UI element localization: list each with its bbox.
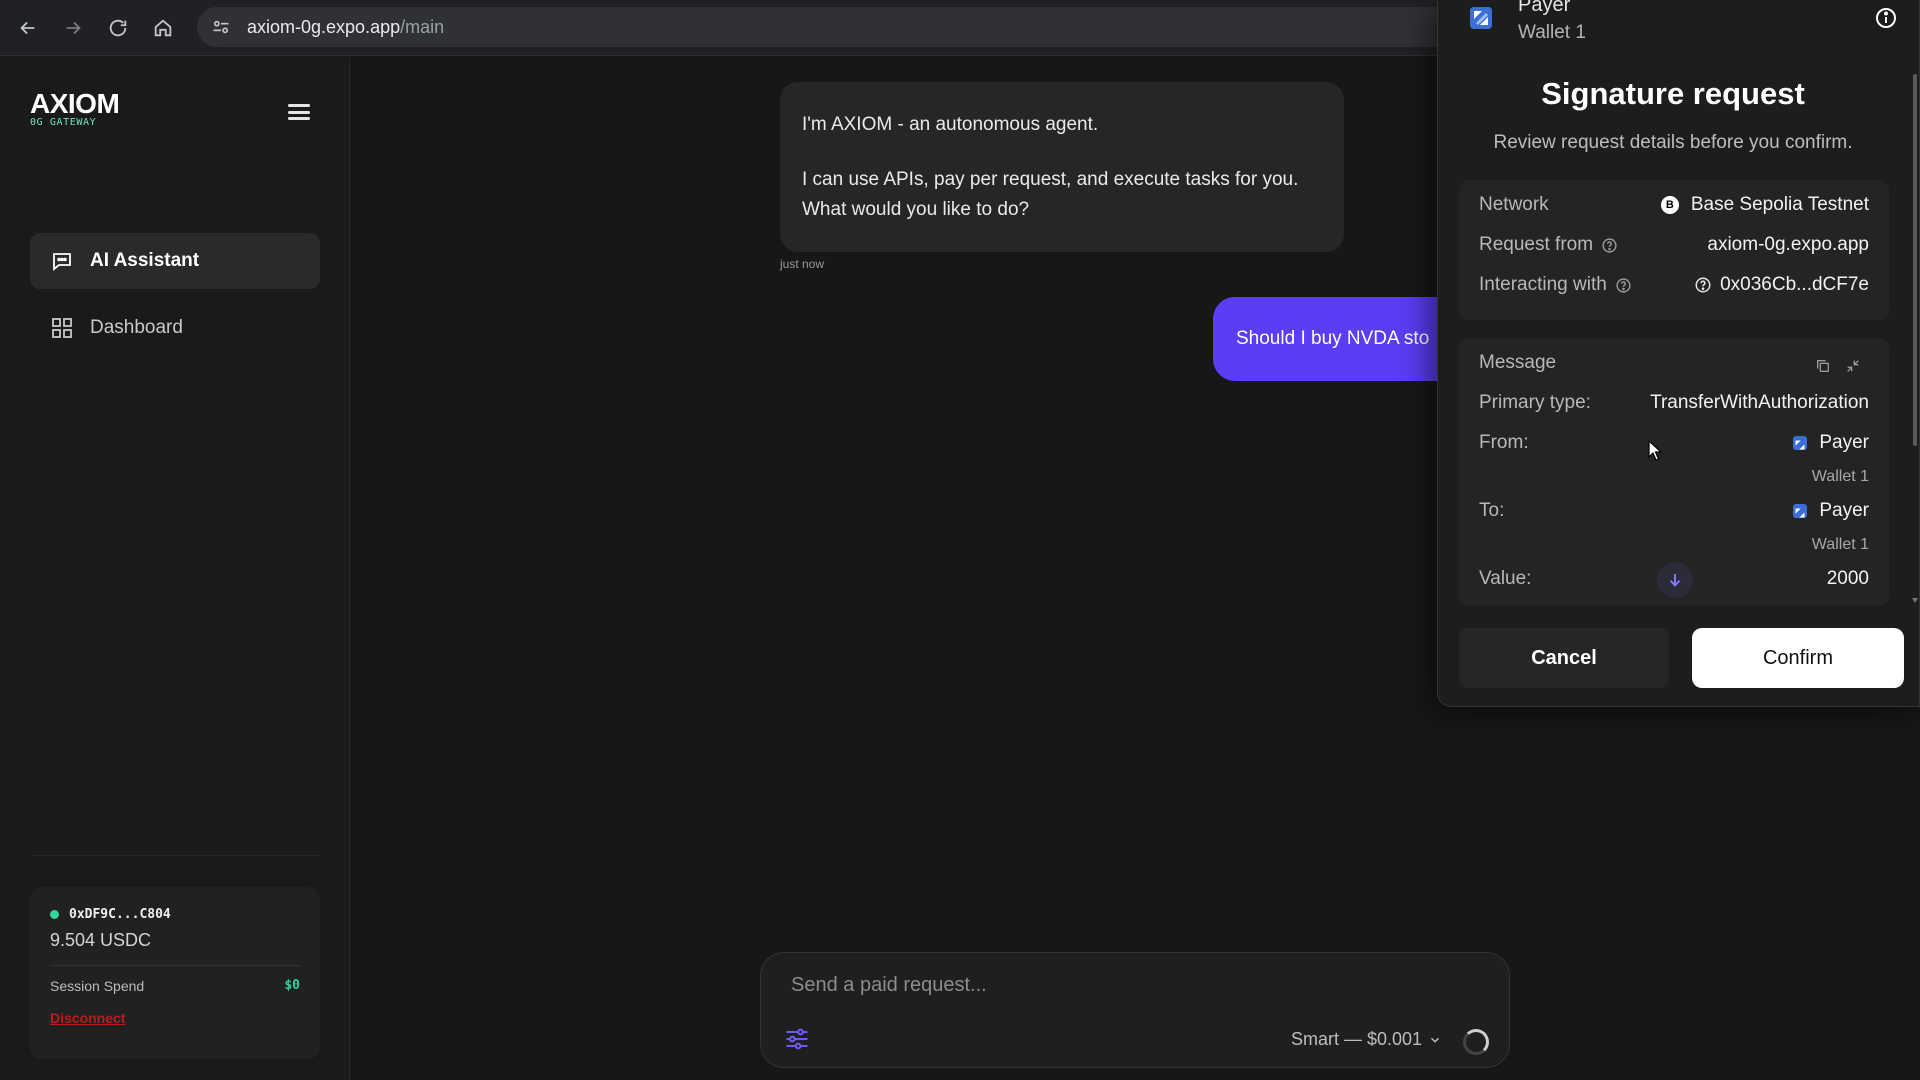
- request-input[interactable]: [791, 969, 1391, 1001]
- info-icon[interactable]: [1874, 6, 1898, 30]
- assistant-message: I'm AXIOM - an autonomous agent. I can u…: [780, 82, 1344, 252]
- from-row: From: Payer: [1479, 432, 1869, 454]
- user-message: Should I buy NVDA sto: [1213, 297, 1473, 381]
- to-name: Payer: [1819, 500, 1869, 521]
- mouse-cursor-icon: [1648, 440, 1662, 461]
- model-select[interactable]: Smart — $0.001: [1291, 1029, 1442, 1050]
- assistant-message-line: What would you like to do?: [802, 199, 1030, 220]
- contract-help-icon[interactable]: [1694, 276, 1712, 294]
- interacting-with-label: Interacting with: [1479, 274, 1607, 295]
- logo: AXIOM 0G GATEWAY: [30, 88, 120, 129]
- sliders-icon[interactable]: [783, 1025, 811, 1053]
- sidebar-item-label: Dashboard: [90, 317, 183, 338]
- site-settings-icon[interactable]: [209, 15, 233, 39]
- popup-subtitle: Review request details before you confir…: [1493, 132, 1853, 153]
- account-avatar-icon: [1470, 7, 1492, 29]
- value-value: 2000: [1826, 568, 1869, 589]
- request-details-card: Network B Base Sepolia Testnet Request fr…: [1459, 180, 1889, 320]
- help-icon[interactable]: [1601, 237, 1618, 254]
- help-icon[interactable]: [1615, 277, 1632, 294]
- message-card: Message Primary type: TransferWithAuthor…: [1459, 338, 1889, 606]
- signature-request-popup: Payer Wallet 1 Signature request Review …: [1437, 0, 1920, 707]
- to-label: To:: [1479, 500, 1505, 521]
- model-select-label: Smart — $0.001: [1291, 1029, 1423, 1049]
- scroll-arrow-icon[interactable]: [1912, 598, 1918, 603]
- collapse-icon[interactable]: [1845, 358, 1861, 374]
- cancel-button[interactable]: Cancel: [1459, 628, 1669, 688]
- network-label: Network: [1479, 194, 1549, 215]
- copy-icon[interactable]: [1815, 358, 1831, 374]
- grid-icon: [52, 318, 72, 338]
- value-label: Value:: [1479, 568, 1532, 589]
- logo-text: AXIOM: [30, 88, 120, 119]
- chat-icon: [53, 253, 71, 271]
- reload-icon[interactable]: [96, 6, 140, 50]
- request-from-value: axiom-0g.expo.app: [1707, 234, 1869, 255]
- address-bar[interactable]: axiom-0g.expo.app/main: [197, 7, 1537, 47]
- network-row: Network B Base Sepolia Testnet: [1479, 194, 1869, 216]
- popup-title: Signature request: [1541, 76, 1805, 111]
- confirm-button[interactable]: Confirm: [1692, 628, 1904, 688]
- disconnect-link[interactable]: Disconnect: [50, 1010, 300, 1026]
- account-wallet: Wallet 1: [1518, 22, 1586, 43]
- to-row: To: Payer: [1479, 500, 1869, 522]
- session-spend-value: $0: [284, 978, 300, 993]
- arrow-down-icon: [1669, 574, 1681, 587]
- loading-spinner: [1463, 1029, 1489, 1055]
- primary-type-row: Primary type: TransferWithAuthorization: [1479, 392, 1869, 414]
- primary-type-label: Primary type:: [1479, 392, 1591, 413]
- message-label: Message: [1479, 352, 1557, 373]
- request-from-label: Request from: [1479, 234, 1594, 255]
- from-wallet: Wallet 1: [1811, 468, 1869, 485]
- primary-type-value: TransferWithAuthorization: [1650, 392, 1869, 413]
- from-name: Payer: [1819, 432, 1869, 453]
- sidebar-item-ai-assistant[interactable]: AI Assistant: [30, 233, 320, 289]
- network-badge-icon: B: [1660, 196, 1679, 214]
- interacting-with-value[interactable]: 0x036Cb...dCF7e: [1720, 274, 1869, 296]
- to-wallet: Wallet 1: [1811, 536, 1869, 553]
- status-dot: [50, 910, 59, 919]
- chevron-down-icon: [1431, 1037, 1440, 1043]
- menu-icon[interactable]: [286, 101, 312, 123]
- back-icon[interactable]: [6, 6, 50, 50]
- account-avatar-icon: [1793, 504, 1808, 518]
- scroll-down-button[interactable]: [1657, 562, 1693, 598]
- composer: Smart — $0.001: [760, 952, 1510, 1068]
- assistant-message-line: I'm AXIOM - an autonomous agent.: [802, 114, 1099, 135]
- wallet-address: 0xDF9C...C804: [50, 907, 300, 922]
- message-timestamp: just now: [780, 257, 825, 271]
- message-tools: [1815, 358, 1861, 374]
- sidebar-item-label: AI Assistant: [90, 250, 200, 271]
- account-name: Payer: [1518, 0, 1571, 16]
- interacting-with-row: Interacting with 0x036Cb...dCF7e: [1479, 274, 1869, 296]
- wallet-card: 0xDF9C...C804 9.504 USDC Session Spend $…: [30, 887, 320, 1059]
- forward-icon[interactable]: [51, 6, 95, 50]
- url-text: axiom-0g.expo.app/main: [247, 16, 445, 37]
- assistant-message-line: I can use APIs, pay per request, and exe…: [802, 169, 1299, 190]
- message-header-row: Message: [1479, 352, 1869, 374]
- network-value: Base Sepolia Testnet: [1690, 194, 1869, 215]
- account-header: Payer Wallet 1: [1438, 0, 1919, 52]
- session-spend: Session Spend $0: [50, 978, 300, 994]
- divider: [30, 855, 320, 856]
- account-avatar-icon: [1793, 436, 1808, 450]
- home-icon[interactable]: [141, 6, 185, 50]
- sidebar: AXIOM 0G GATEWAY AI Assistant Dashboard …: [0, 57, 350, 1080]
- request-from-row: Request from axiom-0g.expo.app: [1479, 234, 1869, 256]
- scrollbar[interactable]: [1913, 74, 1917, 446]
- sidebar-item-dashboard[interactable]: Dashboard: [30, 300, 320, 356]
- session-spend-label: Session Spend: [50, 978, 145, 994]
- wallet-balance: 9.504 USDC: [50, 930, 152, 950]
- from-label: From:: [1479, 432, 1529, 453]
